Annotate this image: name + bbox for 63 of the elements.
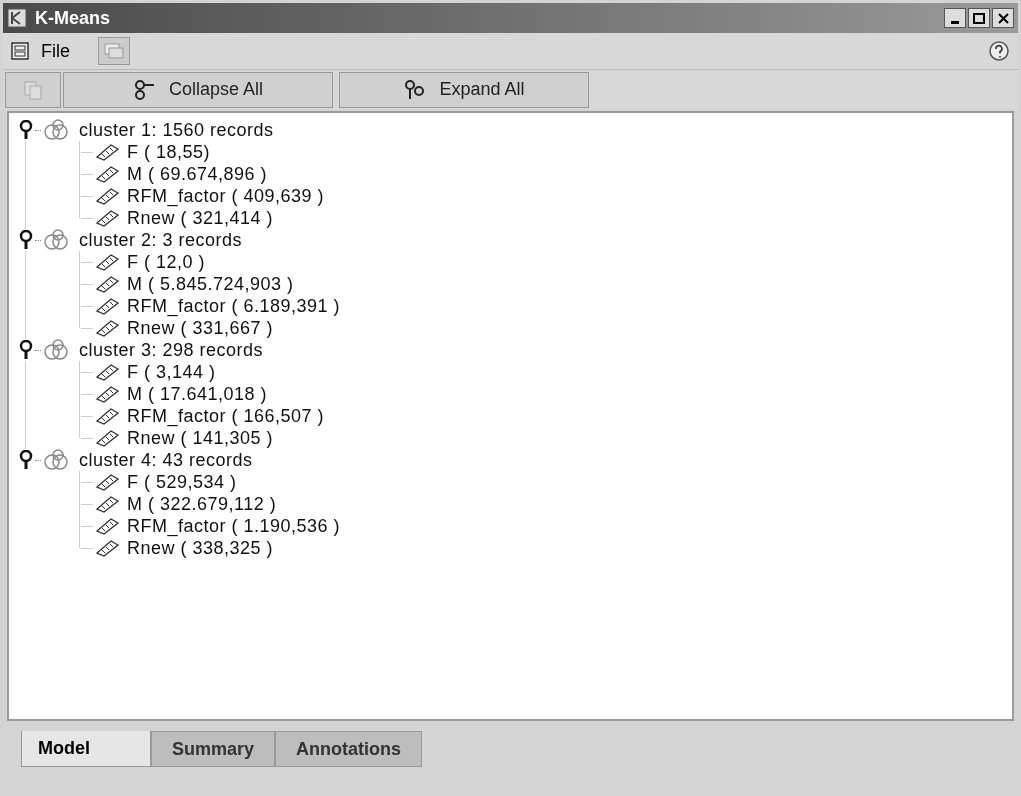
cabinet-icon bbox=[11, 42, 29, 60]
app-icon bbox=[7, 8, 27, 28]
close-button[interactable] bbox=[992, 8, 1014, 28]
attribute-label[interactable]: F ( 3,144 ) bbox=[127, 361, 216, 383]
collapse-icon bbox=[132, 77, 157, 102]
cluster-label[interactable]: cluster 2: 3 records bbox=[79, 229, 243, 251]
cluster-label[interactable]: cluster 3: 298 records bbox=[79, 339, 264, 361]
copy-icon bbox=[23, 79, 43, 100]
attribute-label[interactable]: Rnew ( 321,414 ) bbox=[127, 207, 274, 229]
minimize-button[interactable] bbox=[944, 8, 966, 28]
attribute-label[interactable]: Rnew ( 331,667 ) bbox=[127, 317, 274, 339]
tab[interactable]: Model bbox=[21, 731, 151, 767]
ruler-icon bbox=[95, 539, 121, 557]
attribute-label[interactable]: F ( 12,0 ) bbox=[127, 251, 206, 273]
tree-toggle-icon[interactable] bbox=[19, 450, 33, 470]
ruler-icon bbox=[95, 429, 121, 447]
tab[interactable]: Annotations bbox=[275, 731, 423, 767]
ruler-icon bbox=[95, 253, 121, 271]
cluster-label[interactable]: cluster 1: 1560 records bbox=[79, 119, 274, 141]
clusters-icon bbox=[43, 449, 71, 471]
attribute-label[interactable]: Rnew ( 141,305 ) bbox=[127, 427, 274, 449]
attribute-label[interactable]: RFM_factor ( 166,507 ) bbox=[127, 405, 325, 427]
ruler-icon bbox=[95, 407, 121, 425]
ruler-icon bbox=[95, 297, 121, 315]
ruler-icon bbox=[95, 363, 121, 381]
ruler-icon bbox=[95, 495, 121, 513]
attribute-label[interactable]: F ( 18,55) bbox=[127, 141, 211, 163]
clusters-icon bbox=[43, 119, 71, 141]
cluster-label[interactable]: cluster 4: 43 records bbox=[79, 449, 253, 471]
collapse-all-button[interactable]: Collapse All bbox=[63, 71, 333, 108]
clusters-icon bbox=[43, 339, 71, 361]
menu-item[interactable]: File bbox=[41, 37, 70, 65]
attribute-label[interactable]: M ( 17.641,018 ) bbox=[127, 383, 268, 405]
attribute-label[interactable]: RFM_factor ( 6.189,391 ) bbox=[127, 295, 341, 317]
attribute-label[interactable]: F ( 529,534 ) bbox=[127, 471, 237, 493]
ruler-icon bbox=[95, 319, 121, 337]
ruler-icon bbox=[95, 143, 121, 161]
minimize-icon bbox=[951, 21, 959, 24]
close-icon bbox=[997, 12, 1009, 24]
tree-toggle-icon[interactable] bbox=[19, 230, 33, 250]
maximize-button[interactable] bbox=[968, 8, 990, 28]
help-icon[interactable] bbox=[988, 40, 1010, 62]
attribute-label[interactable]: M ( 322.679,112 ) bbox=[127, 493, 277, 515]
ruler-icon bbox=[95, 473, 121, 491]
ruler-icon bbox=[95, 209, 121, 227]
attribute-label[interactable]: M ( 5.845.724,903 ) bbox=[127, 273, 294, 295]
window-icon bbox=[104, 43, 124, 59]
ruler-icon bbox=[95, 187, 121, 205]
attribute-label[interactable]: RFM_factor ( 409,639 ) bbox=[127, 185, 325, 207]
tree-toggle-icon[interactable] bbox=[19, 340, 33, 360]
attribute-label[interactable]: RFM_factor ( 1.190,536 ) bbox=[127, 515, 341, 537]
attribute-label[interactable]: Rnew ( 338,325 ) bbox=[127, 537, 274, 559]
ruler-icon bbox=[95, 385, 121, 403]
ruler-icon bbox=[95, 165, 121, 183]
window-title: K-Means bbox=[35, 6, 110, 30]
tab[interactable]: Summary bbox=[151, 731, 276, 767]
maximize-icon bbox=[973, 12, 985, 24]
ruler-icon bbox=[95, 275, 121, 293]
clusters-icon bbox=[43, 229, 71, 251]
ruler-icon bbox=[95, 517, 121, 535]
attribute-label[interactable]: M ( 69.674,896 ) bbox=[127, 163, 268, 185]
expand-all-button[interactable]: Expand All bbox=[339, 71, 589, 108]
tree-toggle-icon[interactable] bbox=[19, 120, 33, 140]
